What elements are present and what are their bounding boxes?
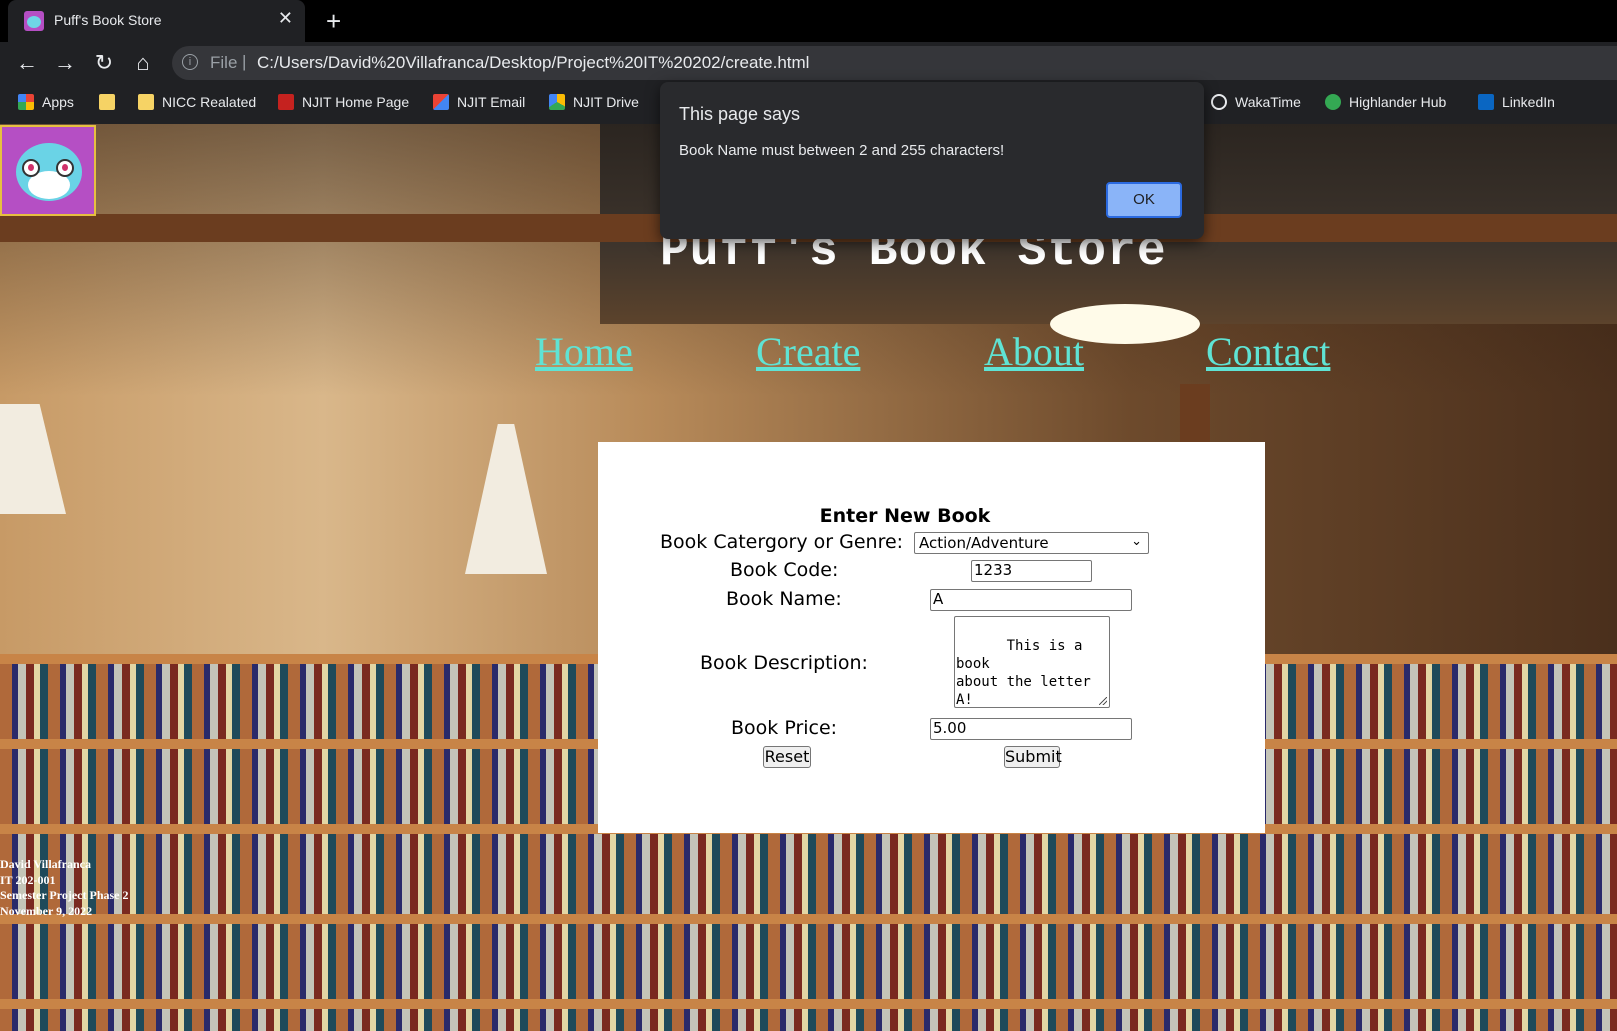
book-description-text: This is a book about the letter A! [956,638,1091,708]
submit-button[interactable]: Submit [1004,746,1062,768]
new-book-form: Enter New Book Book Catergory or Genre: … [598,442,1265,833]
reload-icon[interactable]: ↻ [91,50,117,76]
credit-project: Semester Project Phase 2 [0,888,129,902]
folder-icon [138,94,154,110]
book-code-label: Book Code: [730,559,839,581]
site-favicon-icon [24,11,44,31]
home-icon[interactable]: ⌂ [130,50,156,76]
browser-toolbar: ← → ↻ ⌂ i File | C:/Users/David%20Villaf… [0,42,1617,84]
reset-button[interactable]: Reset [763,746,811,768]
nav-link-contact[interactable]: Contact [1206,328,1330,375]
book-price-input[interactable]: 5.00 [930,718,1132,740]
nav-link-about[interactable]: About [984,328,1084,375]
alert-ok-button[interactable]: OK [1106,182,1182,218]
bookmark-highlander-hub[interactable]: Highlander Hub [1325,94,1446,110]
bookmark-njit-home-page[interactable]: NJIT Home Page [278,94,409,110]
address-bar[interactable]: i File | C:/Users/David%20Villafranca/De… [172,46,1617,80]
alert-dialog: This page says Book Name must between 2 … [660,82,1204,239]
bookmark-njit-drive[interactable]: NJIT Drive [549,94,639,110]
category-label: Book Catergory or Genre: [660,531,904,553]
wakatime-icon [1211,94,1227,110]
address-url[interactable]: C:/Users/David%20Villafranca/Desktop/Pro… [257,53,809,73]
back-icon[interactable]: ← [14,50,40,76]
close-tab-icon[interactable]: ✕ [278,8,293,29]
bookmark-njit-email[interactable]: NJIT Email [433,94,525,110]
alert-title: This page says [679,104,801,124]
bookmark-label: WakaTime [1235,94,1301,110]
nav-link-home[interactable]: Home [535,328,633,375]
category-selected-value: Action/Adventure [919,534,1049,552]
credit-date: November 9, 2022 [0,903,93,918]
background-shelf [0,999,1617,1009]
author-credits: David Villafranca IT 202-001 Semester Pr… [0,857,129,919]
background-shelf [0,914,1617,924]
bookmark-folder[interactable] [99,94,123,110]
page-viewport: Puff's Book Store Home Create About Cont… [0,124,1617,1031]
bookmark-label: NICC Realated [162,94,257,110]
bookmark-label: NJIT Drive [573,94,639,110]
book-description-textarea[interactable]: This is a book about the letter A! [954,616,1110,708]
category-select[interactable]: Action/Adventure ⌄ [914,532,1149,554]
highlander-hub-icon [1325,94,1341,110]
tab-bar: Puff's Book Store ✕ + [0,0,1617,42]
info-icon[interactable]: i [182,54,198,70]
bookmark-label: LinkedIn [1502,94,1555,110]
alert-message: Book Name must between 2 and 255 charact… [679,142,1005,159]
book-price-label: Book Price: [731,717,838,739]
form-title: Enter New Book [819,505,991,527]
nav-link-create[interactable]: Create [756,328,860,375]
bookmark-label: NJIT Home Page [302,94,410,110]
chevron-down-icon: ⌄ [1131,534,1142,549]
bookmark-wakatime[interactable]: WakaTime [1211,94,1301,110]
tab-title: Puff's Book Store [54,12,162,28]
background-lamp [465,424,547,574]
new-tab-icon[interactable]: + [326,6,341,37]
background-lamp [0,404,66,514]
book-description-label: Book Description: [700,652,868,674]
book-name-input[interactable]: A [930,589,1132,611]
forward-icon[interactable]: → [52,50,78,76]
bookmark-nicc-realated[interactable]: NICC Realated [138,94,256,110]
bookmark-label: Apps [42,94,74,110]
book-code-input[interactable]: 1233 [971,560,1092,582]
address-separator: | [242,52,247,71]
apps-grid-icon [18,94,34,110]
puff-logo[interactable] [0,125,96,216]
bookmark-linkedin[interactable]: LinkedIn [1478,94,1555,110]
book-name-label: Book Name: [726,588,842,610]
gmail-icon [433,94,449,110]
credit-author: David Villafranca [0,857,92,871]
resize-handle-icon[interactable] [1099,697,1107,705]
address-scheme: File [210,53,238,72]
bookmark-label: NJIT Email [457,94,526,110]
bookmark-apps[interactable]: Apps [18,94,74,110]
google-drive-icon [549,94,565,110]
folder-icon [99,94,115,110]
linkedin-icon [1478,94,1494,110]
bookmark-label: Highlander Hub [1349,94,1447,110]
browser-tab[interactable]: Puff's Book Store ✕ [8,0,305,42]
credit-course: IT 202-001 [0,872,56,887]
njit-logo-icon [278,94,294,110]
